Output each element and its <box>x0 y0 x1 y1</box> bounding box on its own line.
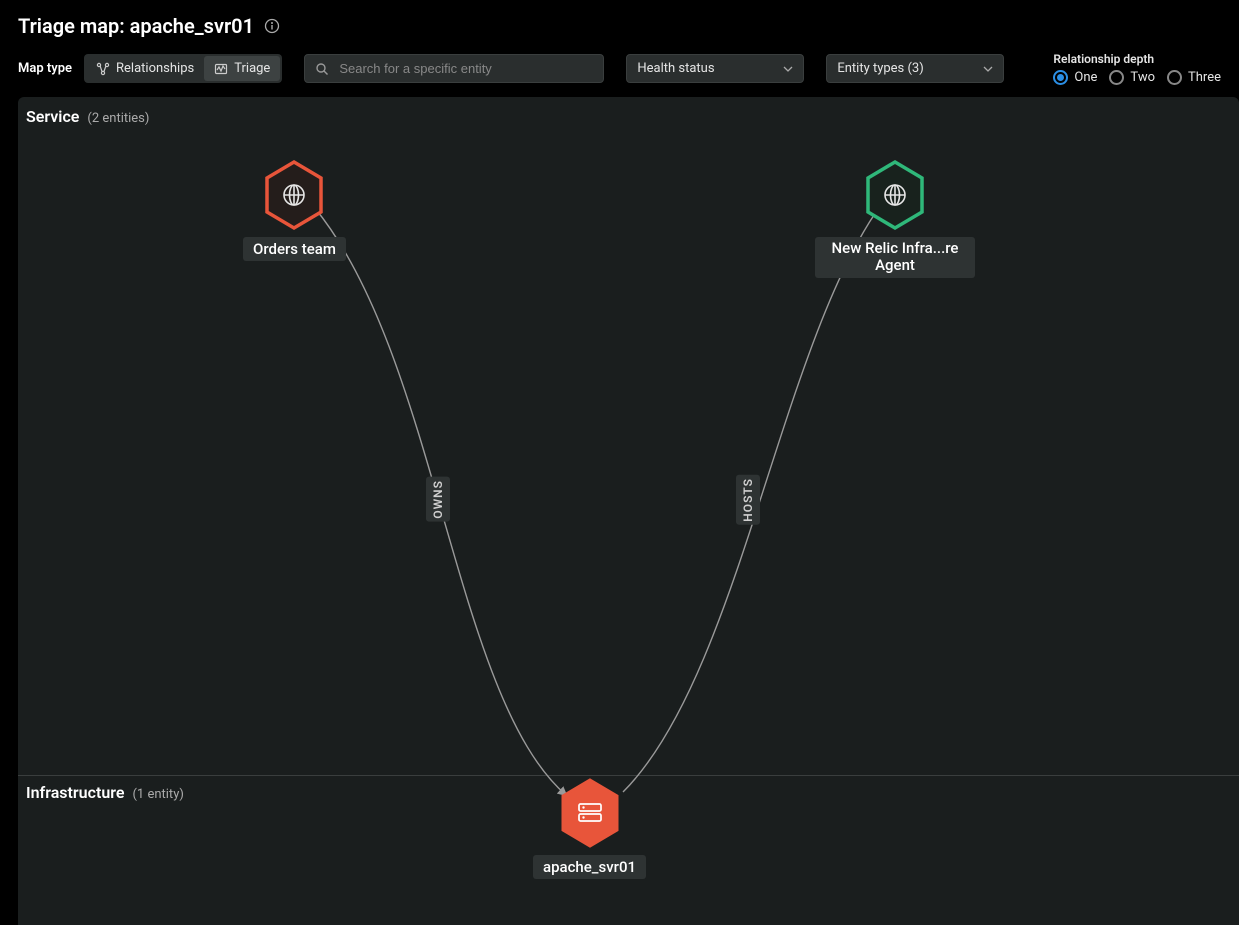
search-input[interactable] <box>337 60 593 77</box>
relationship-depth-label: Relationship depth <box>1053 52 1221 66</box>
triage-icon <box>214 62 228 76</box>
node-newrelic-agent[interactable]: New Relic Infra...re Agent <box>815 159 975 278</box>
chevron-down-icon <box>983 64 993 74</box>
edge-label-owns: OWNS <box>426 477 450 522</box>
search-box[interactable] <box>304 54 604 83</box>
relationship-depth: Relationship depth One Two Three <box>1053 52 1221 85</box>
depth-two-label: Two <box>1130 70 1155 85</box>
depth-radio-three[interactable]: Three <box>1167 70 1221 85</box>
section-infra-header: Infrastructure (1 entity) <box>26 783 184 802</box>
map-type-toggle: Relationships Triage <box>84 54 282 83</box>
search-icon <box>315 62 329 76</box>
hexagon-icon <box>263 159 325 231</box>
toggle-relationships-label: Relationships <box>116 61 194 76</box>
node-apache-svr01[interactable]: apache_svr01 <box>533 777 646 879</box>
toggle-triage[interactable]: Triage <box>204 56 280 81</box>
info-icon[interactable] <box>264 18 280 34</box>
radio-icon <box>1167 70 1182 85</box>
node-orders-team[interactable]: Orders team <box>243 159 346 261</box>
depth-three-label: Three <box>1188 70 1221 85</box>
entity-types-label: Entity types (3) <box>837 61 923 76</box>
toggle-triage-label: Triage <box>234 61 270 76</box>
page-title: Triage map: apache_svr01 <box>18 14 254 38</box>
chevron-down-icon <box>783 64 793 74</box>
section-infra-name: Infrastructure <box>26 783 124 802</box>
page-header: Triage map: apache_svr01 <box>0 0 1239 44</box>
radio-icon <box>1053 70 1068 85</box>
triage-map-canvas[interactable]: Service (2 entities) Infrastructure (1 e… <box>18 97 1239 925</box>
section-service-name: Service <box>26 107 79 126</box>
node-label: apache_svr01 <box>533 855 646 879</box>
health-status-dropdown[interactable]: Health status <box>626 54 804 83</box>
health-status-label: Health status <box>637 61 714 76</box>
radio-icon <box>1109 70 1124 85</box>
depth-radio-one[interactable]: One <box>1053 70 1097 85</box>
section-service-count: (2 entities) <box>87 111 149 126</box>
depth-radio-group: One Two Three <box>1053 70 1221 85</box>
relationships-icon <box>96 62 110 76</box>
node-label: Orders team <box>243 237 346 261</box>
depth-radio-two[interactable]: Two <box>1109 70 1155 85</box>
toggle-relationships[interactable]: Relationships <box>86 56 204 81</box>
node-label: New Relic Infra...re Agent <box>815 237 975 278</box>
depth-one-label: One <box>1074 70 1097 85</box>
map-type-label: Map type <box>18 61 72 76</box>
edge-label-hosts: HOSTS <box>736 475 760 525</box>
toolbar: Map type Relationships Triage <box>0 44 1239 97</box>
section-infra-count: (1 entity) <box>132 787 183 802</box>
entity-types-dropdown[interactable]: Entity types (3) <box>826 54 1004 83</box>
hexagon-icon <box>559 777 621 849</box>
hexagon-icon <box>864 159 926 231</box>
section-service-header: Service (2 entities) <box>26 107 149 126</box>
section-divider <box>18 775 1239 776</box>
